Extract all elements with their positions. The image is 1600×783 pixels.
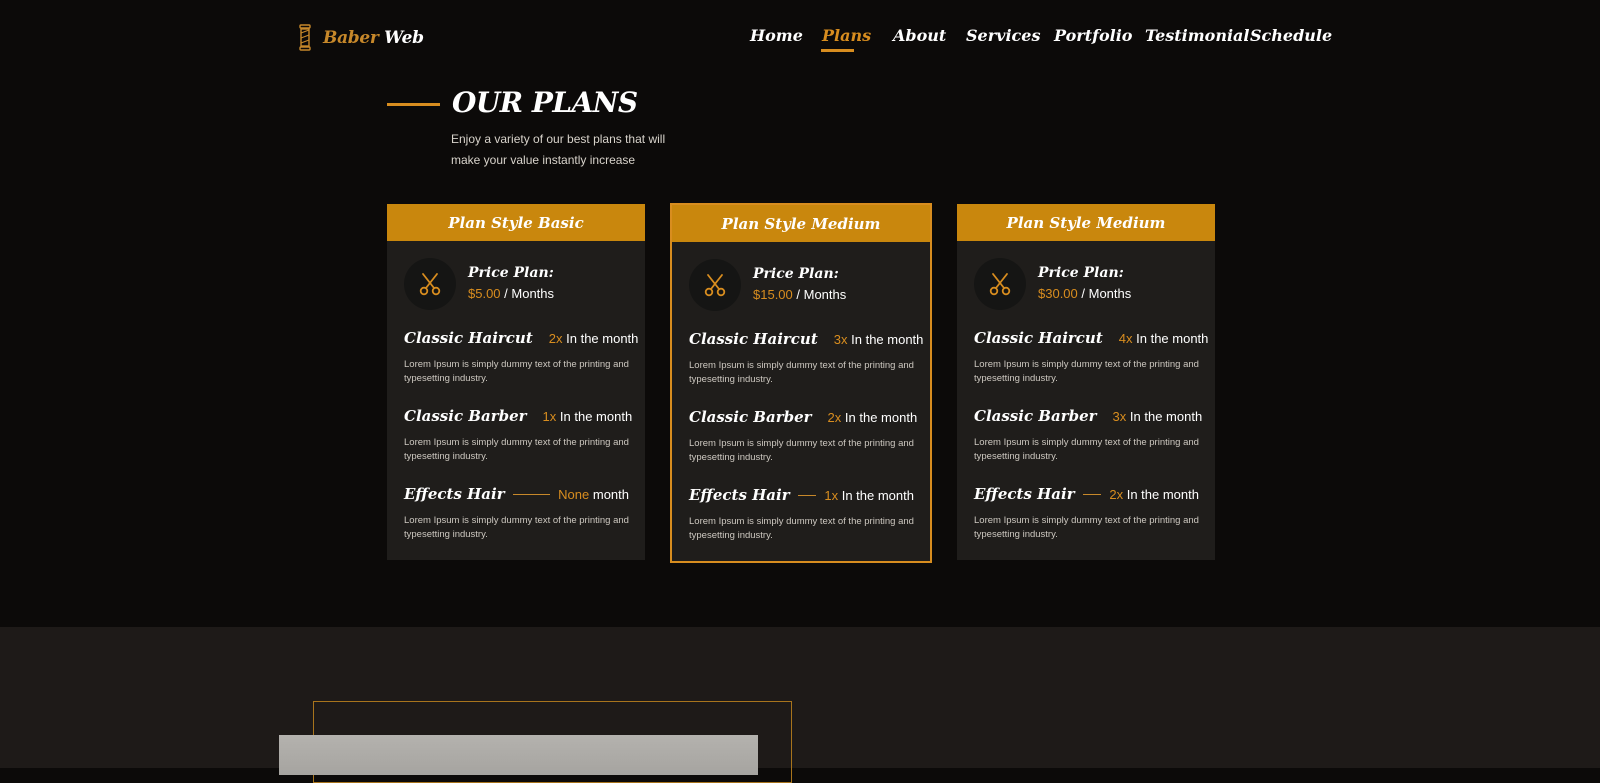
feature-quantity-unit: In the month [851,331,924,347]
feature-quantity: 4x In the month [1119,331,1209,346]
price-row: Price Plan: $15.00 / Months [689,259,846,311]
feature-name: Effects Hair [404,485,505,503]
price-period: / Months [1081,286,1132,301]
feature-divider [1082,493,1102,495]
feature-item: Classic Barber 1x In the month Lorem Ipsu… [404,406,632,463]
scissors-icon [404,258,456,310]
feature-name: Classic Barber [689,408,812,426]
nav-about[interactable]: About [893,26,946,45]
feature-quantity-value: 2x [1109,486,1124,502]
feature-description: Lorem Ipsum is simply dummy text of the … [404,359,629,384]
scissors-icon [689,259,741,311]
plan-card-title: Plan Style Medium [957,204,1215,241]
scissors-icon [974,258,1026,310]
feature-quantity: 3x In the month [834,332,924,347]
feature-quantity: 2x In the month [549,331,639,346]
feature-quantity: 2x In the month [1109,487,1199,502]
price-value: $5.00 / Months [468,286,554,301]
feature-quantity: 3x In the month [1113,409,1203,424]
feature-quantity-value: 4x [1118,330,1133,346]
page-title: OUR PLANS [452,86,638,119]
section-subtitle: Enjoy a variety of our best plans that w… [451,132,666,167]
about-section [0,627,1600,768]
nav-plans[interactable]: Plans [822,26,871,45]
feature-quantity-unit: In the month [559,408,633,424]
heading-accent-line [387,103,440,106]
feature-quantity-unit: In the month [566,330,639,346]
plan-card-title: Plan Style Medium [672,205,930,242]
price-amount: $15.00 [753,287,793,302]
price-label: Price Plan: [1038,265,1124,281]
feature-quantity: 1x In the month [543,409,633,424]
feature-item: Classic Barber 2x In the month Lorem Ipsu… [689,407,917,464]
feature-quantity-value: 2x [827,409,842,425]
feature-name: Classic Barber [974,407,1097,425]
feature-description: Lorem Ipsum is simply dummy text of the … [404,515,629,540]
feature-description: Lorem Ipsum is simply dummy text of the … [689,438,914,463]
feature-name: Classic Haircut [689,330,818,348]
feature-quantity-value: 1x [824,487,839,503]
feature-item: Effects Hair 1x In the month Lorem Ipsum … [689,485,914,542]
feature-description: Lorem Ipsum is simply dummy text of the … [689,360,914,385]
feature-quantity-unit: In the month [1136,330,1209,346]
price-value: $15.00 / Months [753,287,846,302]
feature-description: Lorem Ipsum is simply dummy text of the … [689,516,914,541]
feature-divider [512,493,551,495]
feature-quantity: None month [558,487,629,502]
feature-item: Effects Hair 2x In the month Lorem Ipsum … [974,484,1199,541]
price-period: / Months [504,286,555,301]
price-row: Price Plan: $30.00 / Months [974,258,1131,310]
feature-name: Classic Haircut [404,329,533,347]
nav-home[interactable]: Home [750,26,803,45]
plan-card-basic[interactable]: Plan Style Basic Price Plan: $5.00 / Mon… [387,204,645,560]
nav-services[interactable]: Services [966,26,1040,45]
feature-quantity-value: 1x [542,408,557,424]
price-value: $30.00 / Months [1038,286,1131,301]
feature-description: Lorem Ipsum is simply dummy text of the … [974,359,1199,384]
feature-item: Classic Haircut 2x In the month Lorem Ips… [404,328,638,385]
plan-card-title: Plan Style Basic [387,204,645,241]
feature-quantity: 1x In the month [824,488,914,503]
price-label: Price Plan: [753,266,839,282]
price-amount: $5.00 [468,286,501,301]
price-amount: $30.00 [1038,286,1078,301]
feature-item: Effects Hair None month Lorem Ipsum is si… [404,484,629,541]
feature-item: Classic Haircut 3x In the month Lorem Ips… [689,329,923,386]
feature-quantity-unit: In the month [844,409,918,425]
feature-quantity-value: 3x [833,331,848,347]
feature-quantity-unit: In the month [1126,486,1199,502]
feature-item: Classic Haircut 4x In the month Lorem Ips… [974,328,1208,385]
feature-name: Classic Haircut [974,329,1103,347]
feature-description: Lorem Ipsum is simply dummy text of the … [974,437,1199,462]
feature-quantity: 2x In the month [828,410,918,425]
nav-schedule[interactable]: Schedule [1250,26,1332,45]
main-nav: Home Plans About Services Portfolio Test… [0,26,1600,58]
feature-description: Lorem Ipsum is simply dummy text of the … [404,437,629,462]
plan-card-premium[interactable]: Plan Style Medium Price Plan: $30.00 / M… [957,204,1215,560]
price-label: Price Plan: [468,265,554,281]
nav-testimonial[interactable]: Testimonial [1145,26,1249,45]
price-row: Price Plan: $5.00 / Months [404,258,554,310]
feature-name: Classic Barber [404,407,527,425]
feature-item: Classic Barber 3x In the month Lorem Ipsu… [974,406,1202,463]
plan-card-medium-featured[interactable]: Plan Style Medium Price Plan: $15.00 / M… [670,203,932,563]
nav-portfolio[interactable]: Portfolio [1054,26,1132,45]
feature-quantity-value: None [558,486,590,502]
feature-name: Effects Hair [689,486,790,504]
about-photo [279,735,758,775]
feature-divider [797,494,817,496]
nav-active-indicator [821,49,854,52]
feature-quantity-unit: In the month [1129,408,1203,424]
feature-quantity-unit: In the month [841,487,914,503]
price-period: / Months [796,287,847,302]
feature-description: Lorem Ipsum is simply dummy text of the … [974,515,1199,540]
feature-name: Effects Hair [974,485,1075,503]
feature-quantity-value: 3x [1112,408,1127,424]
feature-quantity-unit: month [592,486,629,502]
feature-quantity-value: 2x [548,330,563,346]
